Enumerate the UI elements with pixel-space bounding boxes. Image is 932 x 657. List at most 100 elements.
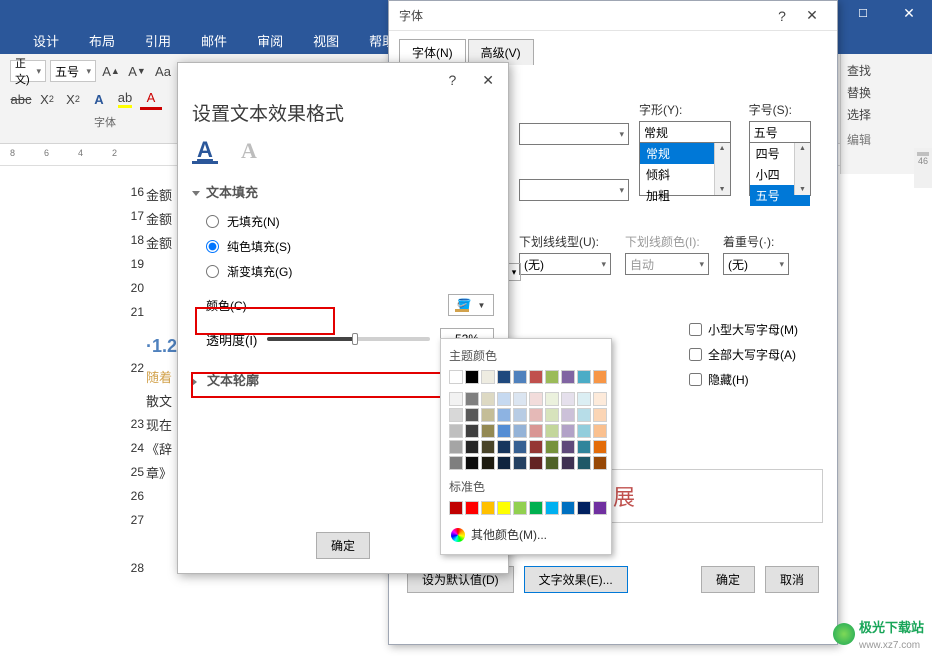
help-icon[interactable]: ? bbox=[448, 72, 456, 88]
color-swatch[interactable] bbox=[545, 456, 559, 470]
ribbon-tab[interactable]: 视图 bbox=[298, 26, 354, 54]
font-size-combo[interactable]: 五号▾ bbox=[50, 60, 96, 82]
chevron-down-icon[interactable]: ▾ bbox=[507, 263, 521, 281]
color-swatch[interactable] bbox=[449, 408, 463, 422]
color-swatch[interactable] bbox=[545, 392, 559, 406]
color-swatch[interactable] bbox=[529, 440, 543, 454]
underline-combo[interactable]: (无)▾ bbox=[519, 253, 611, 275]
section-text-fill[interactable]: 文本填充 bbox=[192, 182, 494, 201]
scrollbar[interactable] bbox=[714, 143, 730, 195]
color-swatch[interactable] bbox=[545, 424, 559, 438]
font-color-icon[interactable]: A bbox=[140, 88, 162, 110]
color-swatch[interactable] bbox=[529, 456, 543, 470]
color-swatch[interactable] bbox=[497, 392, 511, 406]
color-swatch[interactable] bbox=[593, 440, 607, 454]
ok-button[interactable]: 确定 bbox=[316, 532, 370, 559]
color-swatch[interactable] bbox=[465, 456, 479, 470]
color-swatch[interactable] bbox=[529, 370, 543, 384]
font-combo[interactable]: ▾ bbox=[519, 123, 629, 145]
chk-allcaps[interactable]: 全部大写字母(A) bbox=[689, 346, 798, 363]
color-swatch[interactable] bbox=[561, 456, 575, 470]
scrollbar[interactable] bbox=[794, 143, 810, 195]
opacity-slider[interactable] bbox=[267, 337, 430, 341]
style-input[interactable]: 常规 bbox=[639, 121, 731, 143]
color-swatch[interactable] bbox=[577, 424, 591, 438]
color-swatch[interactable] bbox=[449, 501, 463, 515]
color-swatch[interactable] bbox=[577, 456, 591, 470]
radio-gradient-fill[interactable]: 渐变填充(G) bbox=[206, 263, 494, 280]
color-swatch[interactable] bbox=[561, 424, 575, 438]
ribbon-tab[interactable]: 邮件 bbox=[186, 26, 242, 54]
color-swatch[interactable] bbox=[529, 392, 543, 406]
more-colors-button[interactable]: 其他颜色(M)... bbox=[449, 523, 603, 546]
color-swatch[interactable] bbox=[513, 370, 527, 384]
vertical-scrollbar[interactable] bbox=[914, 148, 932, 188]
text-effects-icon[interactable]: A bbox=[88, 88, 110, 110]
close-button[interactable]: ✕ bbox=[797, 7, 827, 24]
color-swatch[interactable] bbox=[577, 440, 591, 454]
color-swatch[interactable] bbox=[561, 501, 575, 515]
color-swatch[interactable] bbox=[449, 424, 463, 438]
color-swatch[interactable] bbox=[481, 440, 495, 454]
close-icon[interactable]: ✕ bbox=[482, 72, 494, 89]
emphasis-combo[interactable]: (无)▾ bbox=[723, 253, 789, 275]
ribbon-tab[interactable]: 设计 bbox=[18, 26, 74, 54]
color-swatch[interactable] bbox=[513, 408, 527, 422]
color-swatch[interactable] bbox=[497, 408, 511, 422]
color-swatch[interactable] bbox=[529, 424, 543, 438]
text-outline-mode-icon[interactable]: A bbox=[236, 138, 262, 164]
cancel-button[interactable]: 取消 bbox=[765, 566, 819, 593]
increase-font-icon[interactable]: A▲ bbox=[100, 60, 122, 82]
strikethrough-icon[interactable]: abc bbox=[10, 88, 32, 110]
color-swatch[interactable] bbox=[481, 392, 495, 406]
close-window-button[interactable]: ✕ bbox=[886, 0, 932, 26]
color-swatch[interactable] bbox=[513, 456, 527, 470]
superscript-icon[interactable]: X2 bbox=[62, 88, 84, 110]
color-swatch[interactable] bbox=[481, 456, 495, 470]
change-case-icon[interactable]: Aa bbox=[152, 60, 174, 82]
color-swatch[interactable] bbox=[593, 392, 607, 406]
color-swatch[interactable] bbox=[481, 370, 495, 384]
color-swatch[interactable] bbox=[481, 424, 495, 438]
color-swatch[interactable] bbox=[465, 408, 479, 422]
color-swatch[interactable] bbox=[577, 408, 591, 422]
font-combo-2[interactable]: ▾ bbox=[519, 179, 629, 201]
text-fill-mode-icon[interactable]: A bbox=[192, 138, 218, 164]
color-swatch[interactable] bbox=[529, 408, 543, 422]
color-swatch[interactable] bbox=[561, 370, 575, 384]
color-swatch[interactable] bbox=[465, 370, 479, 384]
color-swatch[interactable] bbox=[545, 501, 559, 515]
color-swatch[interactable] bbox=[529, 501, 543, 515]
color-swatch[interactable] bbox=[513, 501, 527, 515]
color-swatch[interactable] bbox=[481, 501, 495, 515]
color-swatch[interactable] bbox=[561, 408, 575, 422]
color-swatch[interactable] bbox=[465, 424, 479, 438]
chk-smallcaps[interactable]: 小型大写字母(M) bbox=[689, 321, 798, 338]
color-swatch[interactable] bbox=[465, 440, 479, 454]
help-button[interactable]: ? bbox=[767, 8, 797, 24]
ribbon-tab[interactable]: 审阅 bbox=[242, 26, 298, 54]
color-swatch[interactable] bbox=[465, 501, 479, 515]
color-swatch[interactable] bbox=[449, 370, 463, 384]
color-swatch[interactable] bbox=[545, 408, 559, 422]
subscript-icon[interactable]: X2 bbox=[36, 88, 58, 110]
select-button[interactable]: 选择 bbox=[847, 106, 926, 123]
text-effect-button[interactable]: 文字效果(E)... bbox=[524, 566, 628, 593]
color-swatch[interactable] bbox=[497, 370, 511, 384]
color-swatch[interactable] bbox=[513, 440, 527, 454]
color-swatch[interactable] bbox=[577, 370, 591, 384]
decrease-font-icon[interactable]: A▼ bbox=[126, 60, 148, 82]
color-swatch[interactable] bbox=[545, 370, 559, 384]
color-swatch[interactable] bbox=[449, 392, 463, 406]
ribbon-tab[interactable]: 引用 bbox=[130, 26, 186, 54]
ok-button[interactable]: 确定 bbox=[701, 566, 755, 593]
highlight-icon[interactable]: ab bbox=[114, 88, 136, 110]
color-swatch[interactable] bbox=[497, 424, 511, 438]
color-swatch[interactable] bbox=[513, 392, 527, 406]
chk-hidden[interactable]: 隐藏(H) bbox=[689, 371, 798, 388]
color-swatch[interactable] bbox=[449, 456, 463, 470]
radio-solid-fill[interactable]: 纯色填充(S) bbox=[206, 238, 494, 255]
ucolor-combo[interactable]: 自动▾ bbox=[625, 253, 709, 275]
color-picker-button[interactable]: 🪣 ▼ bbox=[448, 294, 494, 316]
find-button[interactable]: 查找 bbox=[847, 62, 926, 79]
